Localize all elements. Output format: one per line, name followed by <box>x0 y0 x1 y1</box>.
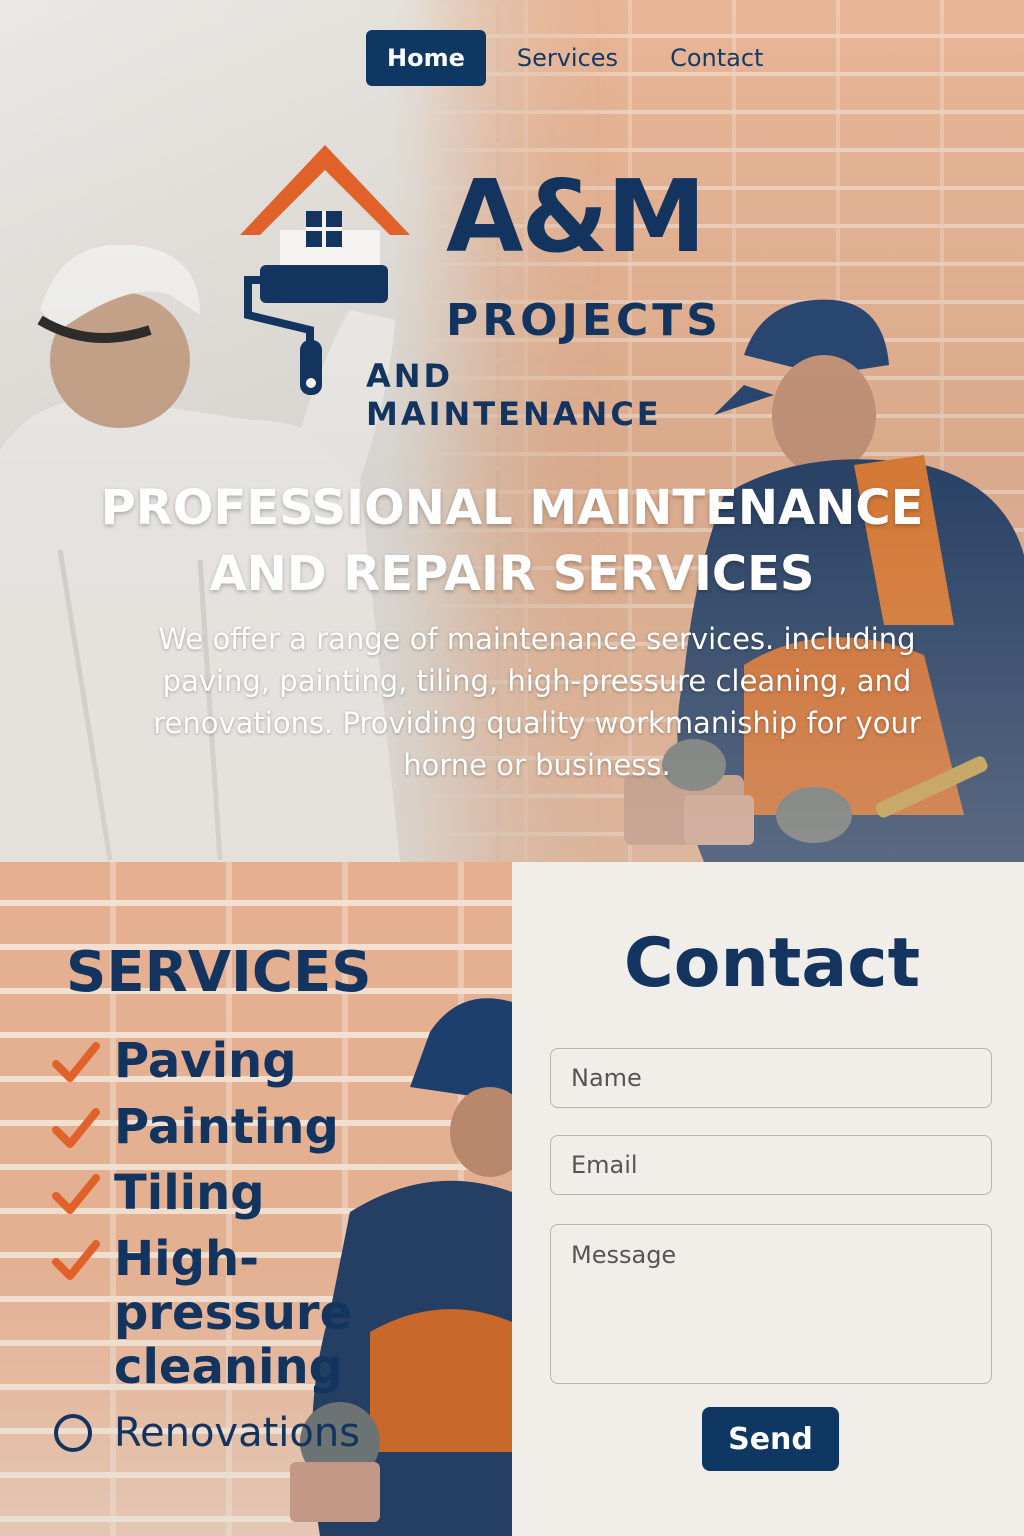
nav-services[interactable]: Services <box>496 30 639 86</box>
services-title: SERVICES <box>66 940 372 1005</box>
check-icon <box>52 1042 100 1082</box>
contact-section: Contact Send <box>512 862 1024 1536</box>
logo-subtitle-maintenance: AND MAINTENANCE <box>366 357 662 433</box>
logo-subtitle-projects: PROJECTS <box>446 295 722 346</box>
hero-section: Home Services Contact A&M PROJECTS AND M… <box>0 0 1024 862</box>
nav-contact[interactable]: Contact <box>649 30 784 86</box>
contact-title: Contact <box>623 924 921 1003</box>
name-field[interactable] <box>550 1048 992 1108</box>
hero-title-line2: AND REPAIR SERVICES <box>209 546 815 602</box>
hero-title-line1: PROFESSIONAL MAINTENANCE <box>100 480 924 536</box>
list-item: Painting <box>52 1100 474 1154</box>
check-icon <box>52 1174 100 1214</box>
nav-home[interactable]: Home <box>366 30 486 86</box>
email-field[interactable] <box>550 1135 992 1195</box>
list-item: High-pressure cleaning <box>52 1232 474 1394</box>
service-label-paving: Paving <box>114 1033 297 1089</box>
list-item: Tiling <box>52 1166 474 1220</box>
list-item: Paving <box>52 1034 474 1088</box>
list-item: Renovations <box>52 1406 474 1460</box>
service-label-painting: Painting <box>114 1099 339 1155</box>
services-list: Paving Painting Tiling High-pressure cle… <box>52 1034 474 1472</box>
top-nav: Home Services Contact <box>366 30 784 86</box>
check-icon <box>52 1108 100 1148</box>
circle-icon <box>54 1414 92 1452</box>
hero-title: PROFESSIONAL MAINTENANCE AND REPAIR SERV… <box>0 475 1024 607</box>
logo-title: A&M <box>446 158 706 275</box>
service-label-renovations: Renovations <box>114 1410 361 1456</box>
check-icon <box>52 1240 100 1280</box>
service-label-high-pressure-cleaning: High-pressure cleaning <box>114 1231 353 1395</box>
service-label-tiling: Tiling <box>114 1165 265 1221</box>
hero-description: We offer a range of maintenance services… <box>153 622 921 782</box>
services-section: SERVICES Paving Painting Tiling High-pre… <box>0 862 512 1536</box>
message-field[interactable] <box>550 1224 992 1384</box>
company-logo: A&M PROJECTS AND MAINTENANCE <box>240 145 760 433</box>
send-button[interactable]: Send <box>702 1407 839 1471</box>
